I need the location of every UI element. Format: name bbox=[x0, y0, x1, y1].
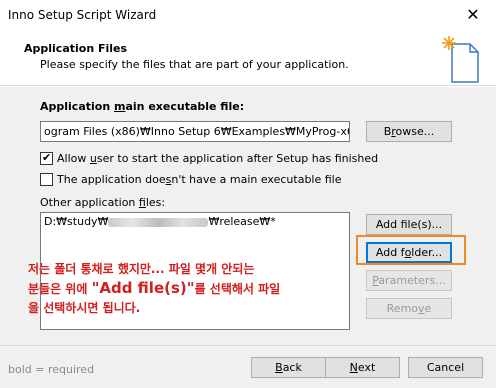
close-icon[interactable]: ✕ bbox=[450, 0, 496, 30]
highlight-box bbox=[356, 235, 466, 265]
window-title: Inno Setup Script Wizard bbox=[8, 8, 157, 22]
next-button[interactable]: Next bbox=[325, 357, 400, 378]
redacted-path-blur bbox=[108, 217, 209, 227]
wizard-header: Application Files Please specify the fil… bbox=[0, 30, 496, 86]
add-files-button[interactable]: Add file(s)... bbox=[366, 214, 452, 235]
other-files-label: Other application files: bbox=[40, 196, 166, 209]
check-icon: ✔ bbox=[42, 151, 52, 164]
no-main-exe-label: The application doesn't have a main exec… bbox=[57, 173, 342, 186]
main-exe-field[interactable]: ogram Files (x86)₩Inno Setup 6₩Examples₩… bbox=[40, 121, 350, 142]
browse-button[interactable]: Browse... bbox=[366, 121, 452, 142]
main-exe-label: Application main executable file: bbox=[40, 100, 245, 113]
wizard-document-icon bbox=[442, 36, 479, 83]
title-bar: Inno Setup Script Wizard ✕ bbox=[0, 0, 496, 30]
required-hint: bold = required bbox=[8, 363, 95, 376]
parameters-button[interactable]: Parameters... bbox=[366, 270, 452, 291]
cancel-button[interactable]: Cancel bbox=[408, 357, 483, 378]
page-subtitle: Please specify the files that are part o… bbox=[40, 58, 349, 71]
no-main-exe-checkbox[interactable] bbox=[40, 173, 53, 186]
annotation-text: 저는 폴더 통채로 했지만... 파일 몇개 안되는 분들은 위에 "Add f… bbox=[28, 262, 281, 315]
back-button[interactable]: Back bbox=[251, 357, 326, 378]
allow-start-label: Allow user to start the application afte… bbox=[57, 152, 379, 165]
allow-start-checkbox[interactable]: ✔ bbox=[40, 151, 53, 165]
page-title: Application Files bbox=[24, 42, 128, 55]
remove-button[interactable]: Remove bbox=[366, 298, 452, 319]
list-item[interactable]: D:₩study₩ ₩release₩* bbox=[44, 215, 276, 228]
